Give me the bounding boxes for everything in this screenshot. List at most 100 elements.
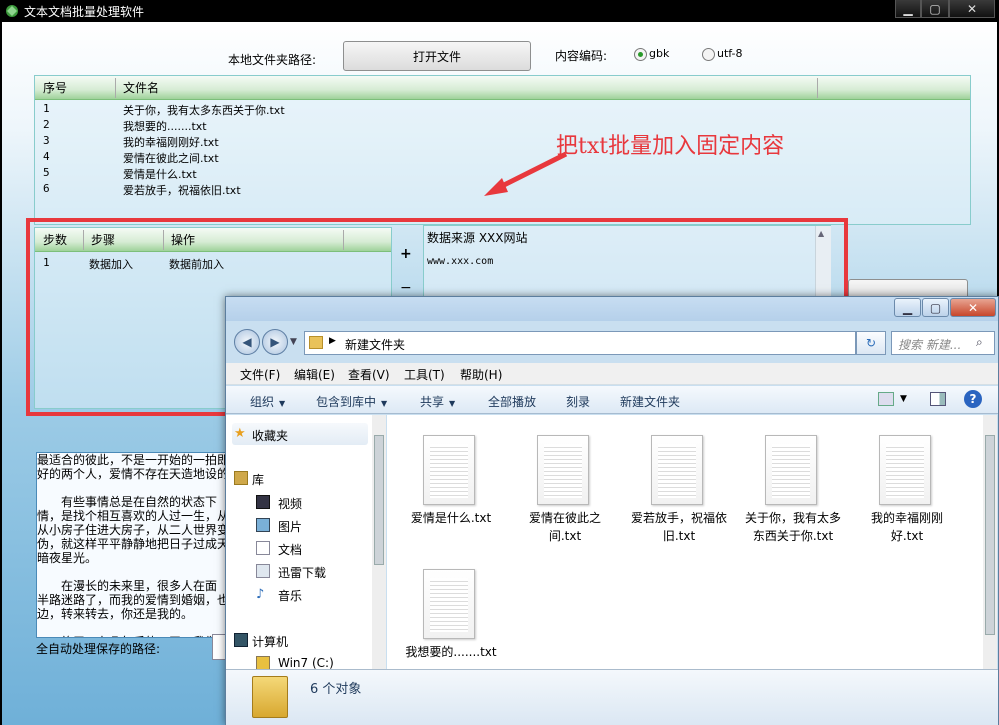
search-input[interactable]: 搜索 新建... ⌕ [891,331,995,355]
search-icon: ⌕ [976,335,983,349]
back-arrow-icon: ◀ [242,335,252,349]
file-item[interactable]: 爱若放手，祝福依旧.txt [631,425,727,545]
back-button[interactable]: ◀ [234,329,260,355]
text-file-icon [423,569,475,639]
address-bar[interactable]: ▶ 新建文件夹 [304,331,856,355]
annotation-arrow-icon [484,151,568,196]
menu-item[interactable]: 查看(V) [348,366,390,383]
nav-scrollbar[interactable] [372,415,386,669]
file-name: 我的幸福刚刚好.txt [870,511,943,543]
content-scrollbar[interactable] [983,415,997,669]
preview-line: 好的两个人，爱情不存在天造地设的 [37,467,230,481]
command-button[interactable]: 包含到库中 ▼ [316,393,387,410]
music-icon: ♪ [256,587,265,602]
view-icon[interactable] [878,392,894,406]
menu-item[interactable]: 编辑(E) [294,366,335,383]
explorer-maximize-button[interactable]: ▢ [922,298,949,317]
close-button[interactable]: ✕ [949,0,995,18]
content-scroll-thumb[interactable] [985,435,995,635]
preview-line [37,565,231,579]
command-button[interactable]: 组织 ▼ [250,393,285,410]
radio-gbk[interactable] [634,48,647,61]
preview-line: 有些事情总是在自然的状态下 [37,495,218,509]
menu-item[interactable]: 文件(F) [240,366,280,383]
help-icon[interactable]: ? [964,390,982,408]
col-filename[interactable]: 文件名 [123,79,159,96]
command-button[interactable]: 新建文件夹 [620,393,680,410]
explorer-command-bar: ▼ ? 组织 ▼ 包含到库中 ▼ 共享 ▼ 全部播放 刻录 新建文件夹 [226,386,998,414]
row-index: 2 [43,118,50,131]
file-list-header: 序号 文件名 [35,76,970,100]
table-row[interactable]: 6 [43,182,50,195]
nav-favorites[interactable]: 收藏夹 [252,427,288,444]
row-index: 4 [43,150,50,163]
table-row[interactable]: 5 [43,166,50,179]
text-file-icon [651,435,703,505]
nav-library[interactable]: 库 [252,471,264,488]
file-name: 爱情是什么.txt [410,511,492,525]
row-filename: 爱情是什么.txt [123,168,197,181]
nav-computer[interactable]: 计算机 [252,633,288,650]
forward-button[interactable]: ▶ [262,329,288,355]
preview-line [37,481,231,495]
radio-utf8[interactable] [702,48,715,61]
preview-line: 在漫长的未来里，很多人在面 [37,579,218,593]
preview-pane-icon[interactable] [930,392,946,406]
nav-pictures[interactable]: 图片 [278,518,302,535]
col-index[interactable]: 序号 [43,79,67,96]
nav-scroll-thumb[interactable] [374,435,384,565]
file-item[interactable]: 我的幸福刚刚好.txt [863,425,951,545]
explorer-close-button[interactable]: ✕ [950,298,996,317]
preview-line: 暗夜星光。 [37,551,98,565]
open-file-button[interactable]: 打开文件 [343,41,531,71]
view-dropdown-icon[interactable]: ▼ [900,394,907,404]
library-icon [234,471,248,485]
preview-line: 边，转来转去，你还是我的。 [37,607,194,621]
dropdown-icon: ▼ [449,399,456,408]
nav-thunder[interactable]: 迅雷下载 [278,564,326,581]
command-button[interactable]: 全部播放 [488,393,536,410]
pictures-icon [256,518,270,532]
refresh-button[interactable]: ↻ [856,331,886,355]
menu-item[interactable]: 帮助(H) [460,366,502,383]
explorer-minimize-button[interactable]: ▁ [894,298,921,317]
encoding-label: 内容编码: [555,49,608,63]
row-filename: 关于你，我有太多东西关于你.txt [123,104,285,117]
command-button[interactable]: 共享 ▼ [420,393,455,410]
nav-video[interactable]: 视频 [278,495,302,512]
download-icon [256,564,270,578]
history-dropdown-icon[interactable]: ▼ [290,337,297,347]
app-icon [6,5,18,17]
table-row[interactable]: 1 [43,102,50,115]
row-filename: 爱情在彼此之间.txt [123,152,219,165]
file-item[interactable]: 我想要的.......txt [405,559,497,679]
nav-music[interactable]: 音乐 [278,587,302,604]
radio-utf8-label: utf-8 [717,47,743,60]
table-row[interactable]: 2 [43,118,50,131]
menu-item[interactable]: 工具(T) [404,366,445,383]
nav-drive[interactable]: Win7 (C:) [278,656,334,670]
folder-large-icon [252,676,288,718]
close-icon: ✕ [966,1,978,16]
star-icon: ★ [234,426,246,441]
nav-documents[interactable]: 文档 [278,541,302,558]
preview-line: 从小房子住进大房子，从二人世界变 [37,523,230,537]
navigation-pane: ★ 收藏夹 库 视频 图片 文档 迅雷下载 ♪ 音乐 计算机 Win7 (C:) [226,415,386,670]
forward-arrow-icon: ▶ [270,335,280,349]
text-preview[interactable]: 最适合的彼此，不是一开始的一拍即 好的两个人，爱情不存在天造地设的 有些事情总是在… [36,452,232,638]
table-row[interactable]: 3 [43,134,50,147]
breadcrumb-chevron-icon: ▶ [329,336,336,346]
file-item[interactable]: 爱情是什么.txt [407,425,495,545]
minimize-button[interactable]: ▁ [895,0,921,18]
folder-path-label: 本地文件夹路径: [228,53,317,67]
minimize-icon: ▁ [903,1,913,16]
command-button[interactable]: 刻录 [566,393,590,410]
file-item[interactable]: 爱情在彼此之间.txt [521,425,609,545]
file-name: 爱情在彼此之间.txt [528,511,601,543]
row-filename: 爱若放手，祝福依旧.txt [123,184,241,197]
maximize-button[interactable]: ▢ [921,0,949,18]
annotation-text: 把txt批量加入固定内容 [556,134,785,159]
row-filename: 我想要的.......txt [123,120,207,133]
file-item[interactable]: 关于你，我有太多东西关于你.txt [745,425,841,545]
table-row[interactable]: 4 [43,150,50,163]
